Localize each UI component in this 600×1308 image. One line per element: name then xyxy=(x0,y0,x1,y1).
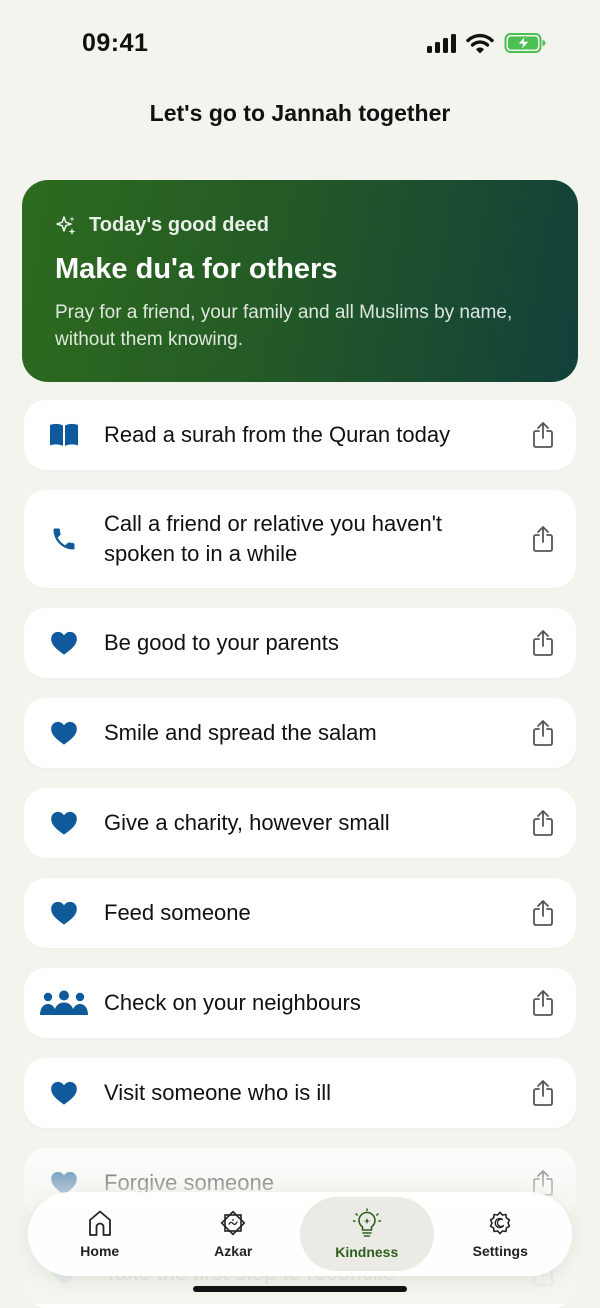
share-icon[interactable] xyxy=(510,525,576,553)
share-icon[interactable] xyxy=(510,899,576,927)
sparkles-icon xyxy=(56,215,76,235)
battery-charging-icon xyxy=(504,33,546,53)
heart-icon xyxy=(24,900,104,926)
deed-card[interactable]: Feed someone xyxy=(24,878,576,948)
tab-azkar-label: Azkar xyxy=(214,1243,253,1259)
featured-eyebrow-label: Today's good deed xyxy=(89,214,269,236)
heart-icon xyxy=(24,720,104,746)
tab-settings-label: Settings xyxy=(472,1243,528,1259)
featured-title: Make du'a for others xyxy=(55,253,338,285)
lightbulb-icon xyxy=(352,1208,381,1237)
deed-card[interactable]: Check on your neighbours xyxy=(24,968,576,1038)
deed-text: Be good to your parents xyxy=(104,630,339,655)
status-time: 09:41 xyxy=(82,29,149,57)
featured-deed-card[interactable]: Today's good deed Make du'a for others P… xyxy=(22,180,578,382)
people-icon xyxy=(24,989,104,1017)
deed-card[interactable]: Read a surah from the Quran today xyxy=(24,400,576,470)
tab-home[interactable]: Home xyxy=(33,1197,167,1271)
tab-kindness[interactable]: Kindness xyxy=(300,1197,434,1271)
tab-bar: Home Azkar Kindness Settings xyxy=(28,1192,572,1276)
share-icon[interactable] xyxy=(510,989,576,1017)
featured-eyebrow: Today's good deed xyxy=(55,214,546,237)
share-icon[interactable] xyxy=(510,719,576,747)
heart-icon xyxy=(24,630,104,656)
phone-icon xyxy=(24,525,104,553)
deed-text: Check on your neighbours xyxy=(104,990,361,1015)
azkar-icon xyxy=(220,1210,246,1236)
deed-card[interactable]: Give a charity, however small xyxy=(24,788,576,858)
status-bar: 09:41 xyxy=(0,0,600,90)
deed-text: Visit someone who is ill xyxy=(104,1080,332,1105)
gear-icon xyxy=(490,1211,511,1235)
tab-settings[interactable]: Settings xyxy=(434,1197,568,1271)
deed-card[interactable]: Be good to your parents xyxy=(24,608,576,678)
wifi-icon xyxy=(466,33,494,54)
share-icon[interactable] xyxy=(510,629,576,657)
tab-azkar[interactable]: Azkar xyxy=(167,1197,301,1271)
heart-icon xyxy=(24,1080,104,1106)
heart-icon xyxy=(24,810,104,836)
cellular-signal-icon xyxy=(427,33,456,53)
page-title: Let's go to Jannah together xyxy=(149,100,451,126)
deed-text: Smile and spread the salam xyxy=(104,720,377,745)
share-icon[interactable] xyxy=(510,1079,576,1107)
home-icon xyxy=(88,1210,111,1236)
book-icon xyxy=(24,422,104,448)
tab-kindness-label: Kindness xyxy=(335,1244,399,1260)
tab-home-label: Home xyxy=(80,1243,120,1259)
share-icon[interactable] xyxy=(510,809,576,837)
share-icon[interactable] xyxy=(510,421,576,449)
home-indicator xyxy=(193,1286,407,1292)
deed-text: Call a friend or relative you haven't sp… xyxy=(104,511,443,566)
deed-card[interactable]: Call a friend or relative you haven't sp… xyxy=(24,490,576,588)
deed-card[interactable]: Visit someone who is ill xyxy=(24,1058,576,1128)
deed-card[interactable]: Smile and spread the salam xyxy=(24,698,576,768)
deed-text: Read a surah from the Quran today xyxy=(104,422,451,447)
featured-description: Pray for a friend, your family and all M… xyxy=(55,302,513,350)
status-icons xyxy=(427,32,546,54)
deed-text: Feed someone xyxy=(104,900,251,925)
deed-text: Give a charity, however small xyxy=(104,810,390,835)
